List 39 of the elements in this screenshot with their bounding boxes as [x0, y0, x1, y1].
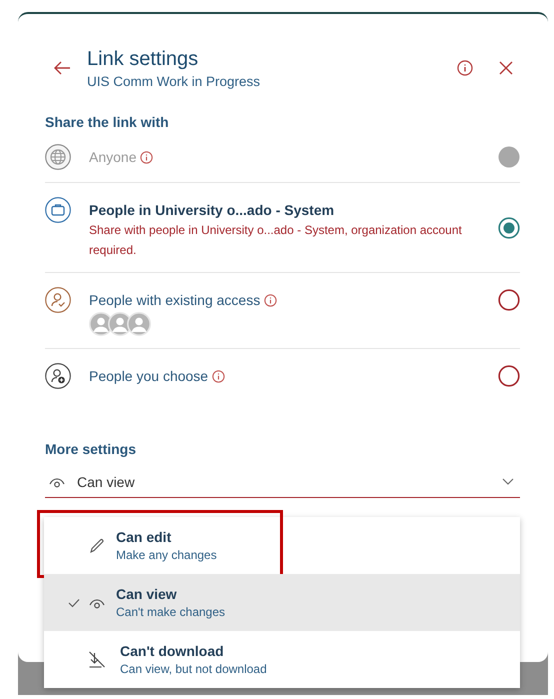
- menu-item[interactable]: Can't download Can view, but not download: [44, 631, 520, 688]
- option-label: Anyone: [89, 148, 136, 167]
- permission-dropdown[interactable]: Can view: [45, 467, 520, 498]
- close-icon: [499, 61, 513, 75]
- briefcase-icon: [45, 197, 71, 223]
- pencil-icon: [88, 538, 106, 554]
- option-description: Share with people in University o...ado - System, organization account required.: [89, 222, 463, 259]
- option-label: People in University o...ado - System: [89, 201, 334, 220]
- no-download-icon: [88, 650, 106, 668]
- checkmark-icon: [68, 598, 80, 608]
- menu-item-title: Can edit: [116, 528, 172, 546]
- eye-icon: [88, 596, 106, 608]
- menu-item-description: Can view, but not download: [120, 660, 267, 678]
- info-icon[interactable]: [264, 294, 278, 306]
- option-label: People with existing access: [89, 291, 260, 310]
- menu-item-title: Can't download: [120, 642, 225, 660]
- dialog-title: Link settings: [87, 47, 200, 72]
- person-add-icon: [45, 363, 71, 389]
- menu-item-description: Make any changes: [116, 546, 217, 564]
- radio-button[interactable]: [498, 289, 520, 311]
- chevron-icon: [502, 478, 514, 486]
- info-icon[interactable]: [212, 370, 226, 382]
- eye-icon: [49, 476, 65, 488]
- menu-item-description: Can't make changes: [116, 604, 226, 620]
- menu-item[interactable]: Can view Can't make changes: [44, 574, 520, 631]
- avatar-icon: [127, 312, 151, 336]
- section-heading: Share the link with: [45, 114, 170, 130]
- person-check-icon: [45, 287, 71, 313]
- info-icon[interactable]: [140, 150, 154, 164]
- info-icon: [457, 60, 473, 76]
- menu-item-title: Can view: [116, 584, 178, 604]
- dialog-subtitle: UIS Comm Work in Progress: [87, 73, 262, 91]
- option-label: People you choose: [89, 367, 208, 386]
- back-arrow-icon: [53, 60, 71, 76]
- radio-button[interactable]: [498, 217, 520, 239]
- section-heading: More settings: [45, 441, 138, 457]
- menu-item[interactable]: Can edit Make any changes: [44, 517, 520, 574]
- radio-button[interactable]: [498, 365, 520, 387]
- globe-icon: [45, 144, 71, 170]
